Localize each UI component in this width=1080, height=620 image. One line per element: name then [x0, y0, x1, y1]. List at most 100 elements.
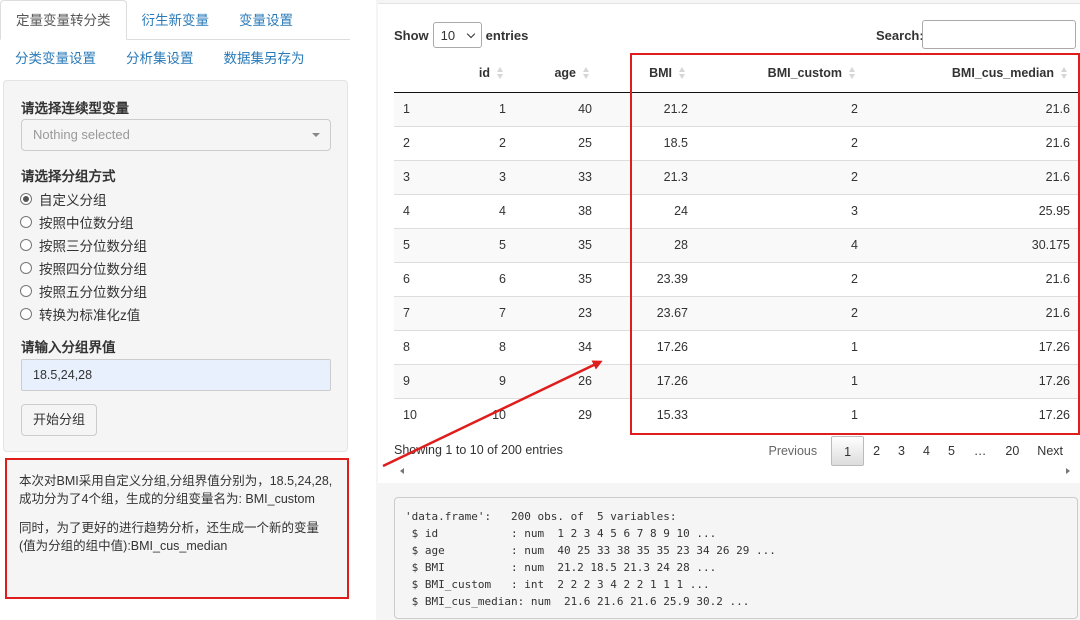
variable-select-placeholder: Nothing selected	[33, 127, 130, 142]
table-cell: 35	[516, 227, 602, 262]
radio-custom[interactable]: 自定义分组	[20, 189, 107, 209]
radio-median[interactable]: 按照中位数分组	[20, 212, 134, 232]
table-cell: 29	[516, 397, 602, 432]
radio-icon[interactable]	[20, 308, 32, 320]
table-cell: 26	[516, 363, 602, 398]
radio-label: 自定义分组	[39, 193, 107, 208]
radio-zscore[interactable]: 转换为标准化z值	[20, 304, 140, 324]
scroll-right-icon[interactable]	[1066, 468, 1070, 474]
start-grouping-button[interactable]: 开始分组	[21, 404, 97, 436]
pagination-page[interactable]: 20	[996, 436, 1028, 466]
result-message: 本次对BMI采用自定义分组,分组界值分别为，18.5,24,28, 成功分为了4…	[5, 458, 349, 599]
table-cell: 2	[394, 125, 452, 160]
tab-variable-settings[interactable]: 变量设置	[224, 2, 308, 40]
radio-quintile[interactable]: 按照五分位数分组	[20, 281, 147, 301]
table-cell: 5	[394, 227, 452, 262]
tab-derive-variable[interactable]: 衍生新变量	[127, 2, 225, 40]
radio-quartile[interactable]: 按照四分位数分组	[20, 258, 147, 278]
pagination: Previous 1 2 3 4 5 … 20 Next	[754, 436, 1072, 466]
radio-icon[interactable]	[20, 262, 32, 274]
table-cell: 1	[452, 91, 516, 126]
table-cell: 33	[516, 159, 602, 194]
table-cell: 9	[452, 363, 516, 398]
table-cell: 40	[516, 91, 602, 126]
sort-icon[interactable]	[497, 67, 504, 79]
variable-select[interactable]: Nothing selected	[21, 119, 331, 151]
pagination-previous[interactable]: Previous	[754, 436, 831, 466]
table-cell: 7	[394, 295, 452, 330]
tab-save-dataset[interactable]: 数据集另存为	[209, 40, 320, 78]
scroll-left-icon[interactable]	[400, 468, 404, 474]
table-cell: 25	[516, 125, 602, 160]
column-header-label: age	[554, 66, 576, 81]
sort-icon[interactable]	[583, 67, 590, 79]
column-header-rownum[interactable]	[394, 55, 452, 93]
radio-label: 按照中位数分组	[39, 216, 134, 231]
table-cell: 10	[394, 397, 452, 432]
radio-icon[interactable]	[20, 216, 32, 228]
pagination-page[interactable]: 1	[831, 436, 865, 466]
entries-label: entries	[485, 27, 529, 43]
pagination-page[interactable]: 4	[914, 436, 939, 466]
radio-icon[interactable]	[20, 239, 32, 251]
table-cell: 35	[516, 261, 602, 296]
horizontal-scrollbar[interactable]	[394, 466, 1076, 478]
column-header-label: id	[478, 66, 490, 81]
method-label: 请选择分组方式	[21, 169, 116, 184]
annotation-highlight-box	[630, 53, 1080, 435]
page-length-value: 10	[440, 27, 456, 43]
table-cell: 10	[452, 397, 516, 432]
table-cell: 8	[394, 329, 452, 364]
variable-select-label: 请选择连续型变量	[21, 101, 129, 116]
search-input[interactable]	[922, 20, 1076, 49]
pagination-next[interactable]: Next	[1028, 436, 1072, 466]
column-header-age[interactable]: age	[516, 55, 602, 93]
tab-categorical-settings[interactable]: 分类变量设置	[0, 40, 111, 78]
table-cell: 6	[452, 261, 516, 296]
search-label: Search:	[876, 28, 924, 43]
table-cell: 9	[394, 363, 452, 398]
table-cell: 23	[516, 295, 602, 330]
table-cell: 34	[516, 329, 602, 364]
table-cell: 1	[394, 91, 452, 126]
pagination-page[interactable]: 2	[864, 436, 889, 466]
page-length-control: Show 10 entries	[394, 22, 528, 48]
table-cell: 5	[452, 227, 516, 262]
radio-icon[interactable]	[20, 285, 32, 297]
table-cell: 6	[394, 261, 452, 296]
tab-analysis-set[interactable]: 分析集设置	[111, 40, 209, 78]
column-header-id[interactable]: id	[452, 55, 516, 93]
tab-row-primary: 定量变量转分类 衍生新变量 变量设置	[0, 0, 308, 40]
tab-numeric-to-categorical[interactable]: 定量变量转分类	[0, 0, 127, 40]
table-cell: 4	[394, 193, 452, 228]
chevron-down-icon	[466, 29, 475, 39]
table-cell: 3	[394, 159, 452, 194]
radio-checked-icon[interactable]	[20, 193, 32, 205]
chevron-down-icon	[312, 133, 320, 137]
result-message-line2: 同时，为了更好的进行趋势分析，还生成一个新的变量(值为分组的组中值):BMI_c…	[19, 521, 320, 553]
pagination-page[interactable]: 5	[939, 436, 964, 466]
cut-points-input[interactable]: 18.5,24,28	[21, 359, 331, 391]
table-cell: 4	[452, 193, 516, 228]
radio-label: 按照四分位数分组	[39, 262, 147, 277]
show-label: Show	[394, 27, 429, 43]
table-info: Showing 1 to 10 of 200 entries	[394, 443, 563, 457]
sidebar-panel: 定量变量转分类 衍生新变量 变量设置 分类变量设置 分析集设置 数据集另存为 请…	[0, 0, 350, 620]
pagination-ellipsis: …	[973, 444, 987, 458]
radio-tertile[interactable]: 按照三分位数分组	[20, 235, 147, 255]
tab-row-secondary: 分类变量设置 分析集设置 数据集另存为	[0, 40, 320, 78]
result-message-line1: 本次对BMI采用自定义分组,分组界值分别为，18.5,24,28, 成功分为了4…	[19, 474, 333, 506]
radio-label: 按照五分位数分组	[39, 285, 147, 300]
table-cell: 38	[516, 193, 602, 228]
cut-points-label: 请输入分组界值	[21, 340, 116, 355]
page-length-select[interactable]: 10	[432, 22, 482, 48]
table-cell: 2	[452, 125, 516, 160]
table-cell: 7	[452, 295, 516, 330]
radio-label: 转换为标准化z值	[39, 308, 141, 323]
table-cell: 3	[452, 159, 516, 194]
pagination-page[interactable]: 3	[889, 436, 914, 466]
table-cell: 8	[452, 329, 516, 364]
radio-label: 按照三分位数分组	[39, 239, 147, 254]
str-output: 'data.frame': 200 obs. of 5 variables: $…	[394, 497, 1078, 619]
settings-form: 请选择连续型变量 Nothing selected 请选择分组方式 自定义分组 …	[3, 80, 348, 452]
